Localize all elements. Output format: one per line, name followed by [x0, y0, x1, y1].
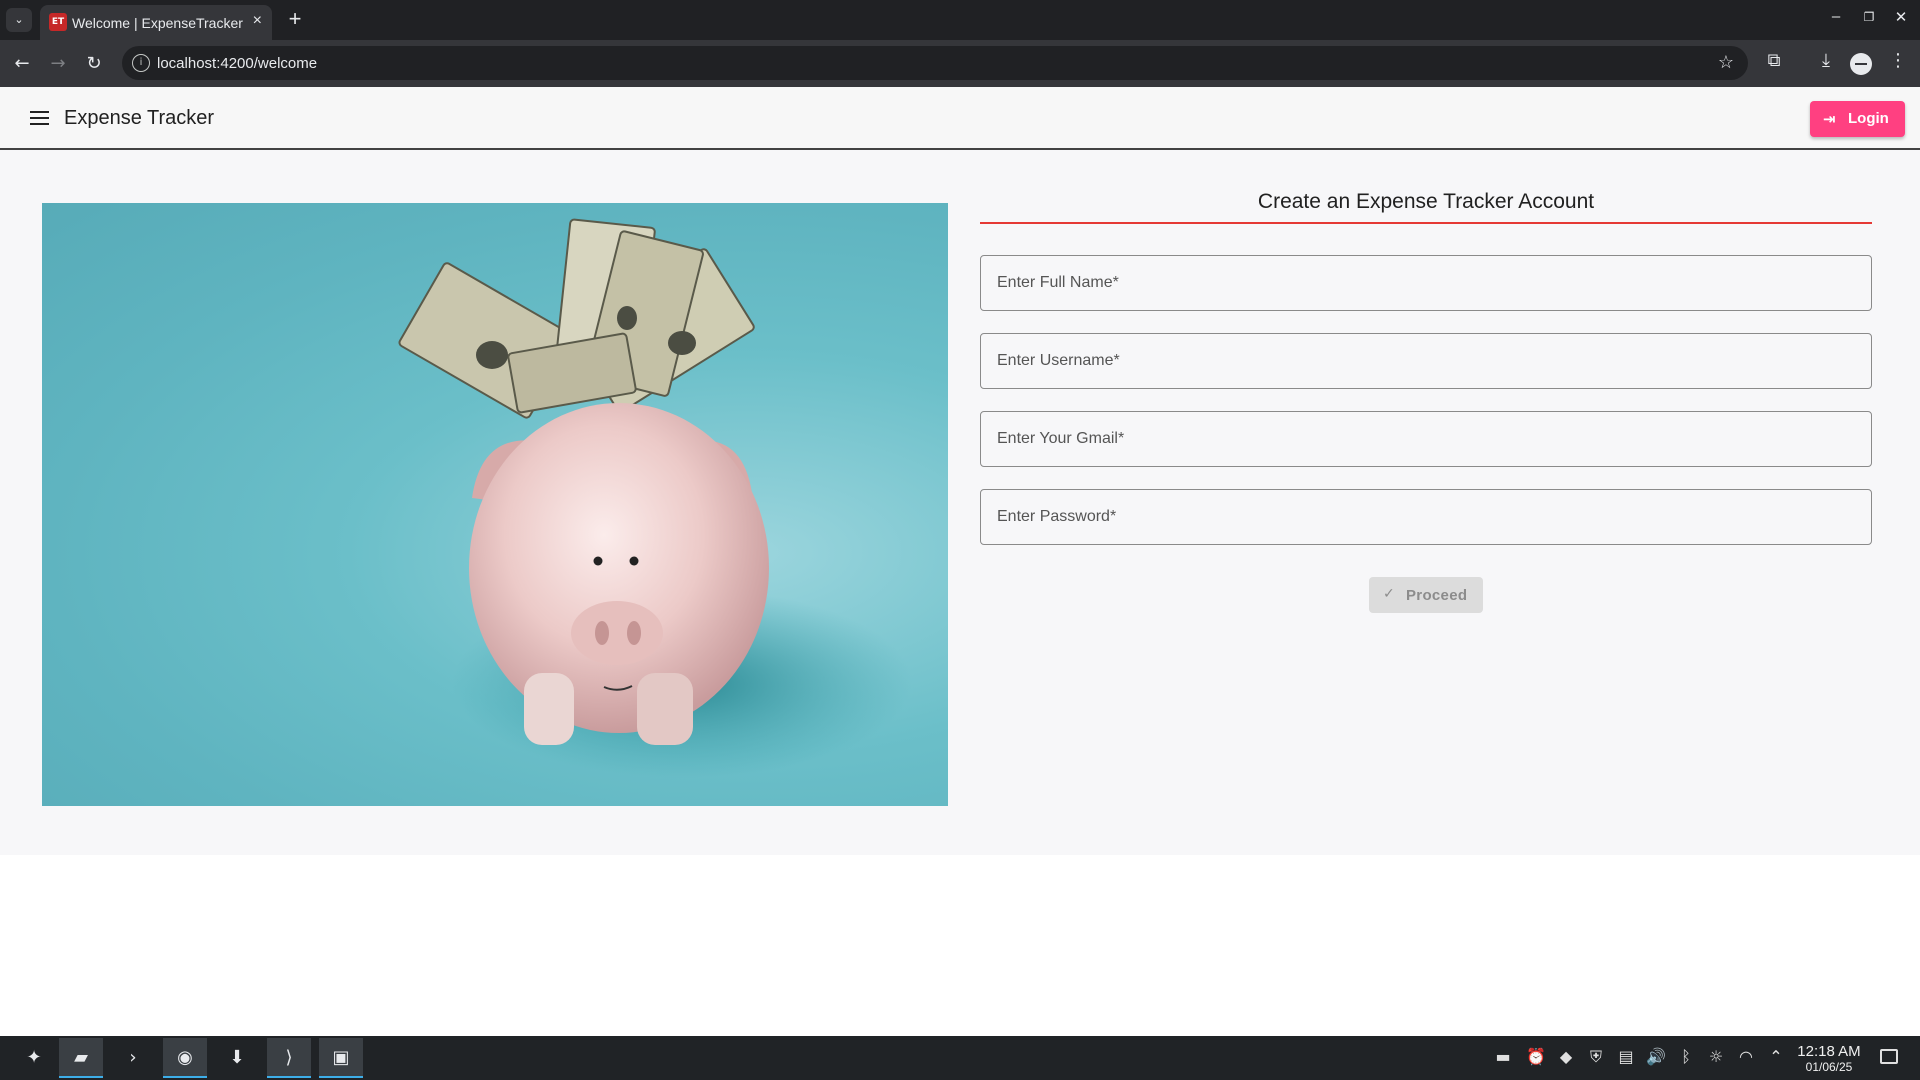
username-input[interactable]: [981, 334, 1871, 388]
password-field[interactable]: [980, 489, 1872, 545]
minimize-window-icon[interactable]: –: [1824, 8, 1848, 25]
site-info-icon[interactable]: i: [132, 54, 150, 72]
browser-menu-icon[interactable]: ⋮: [1884, 50, 1912, 71]
username-field[interactable]: [980, 333, 1872, 389]
gmail-field[interactable]: [980, 411, 1872, 467]
tab-search-button[interactable]: ⌄: [6, 8, 32, 32]
clock-date: 01/06/25: [1805, 1060, 1853, 1074]
reload-icon[interactable]: ↻: [80, 50, 108, 78]
hamburger-menu-icon[interactable]: [30, 111, 49, 125]
tray-app-icon[interactable]: ▬: [1492, 1047, 1514, 1066]
piggy-bank-hero-image: [42, 203, 948, 806]
url-text[interactable]: localhost:4200/welcome: [157, 55, 317, 72]
login-icon: ⇥: [1823, 110, 1836, 128]
volume-icon[interactable]: 🔊: [1645, 1047, 1667, 1066]
full-name-input[interactable]: [981, 256, 1871, 310]
wifi-icon[interactable]: ◠: [1735, 1047, 1757, 1066]
screenshot-tool-icon[interactable]: ▣: [319, 1038, 363, 1078]
proceed-button[interactable]: ✓ Proceed: [1369, 577, 1483, 613]
show-desktop-icon[interactable]: [1880, 1049, 1898, 1064]
app-title: Expense Tracker: [64, 107, 215, 129]
tab-close-icon[interactable]: ×: [253, 12, 262, 30]
checkmark-icon: ✓: [1383, 586, 1396, 602]
gmail-input[interactable]: [981, 412, 1871, 466]
piggy-bank-illustration: [398, 218, 912, 778]
bluetooth-icon[interactable]: ᛒ: [1675, 1047, 1697, 1066]
vscode-icon[interactable]: ⟩: [267, 1038, 311, 1078]
brightness-icon[interactable]: ☼: [1705, 1047, 1727, 1066]
app-header: Expense Tracker ⇥ Login: [0, 87, 1920, 150]
page-footer-space: [0, 855, 1920, 1036]
profile-avatar[interactable]: [1850, 53, 1872, 75]
form-title: Create an Expense Tracker Account: [1257, 190, 1595, 213]
tab-title: Welcome | ExpenseTracker: [72, 15, 243, 31]
site-favicon-icon: ET: [49, 13, 67, 31]
close-window-icon[interactable]: ✕: [1889, 8, 1913, 26]
clipboard-icon[interactable]: ▤: [1615, 1047, 1637, 1066]
restore-window-icon[interactable]: ❐: [1857, 10, 1881, 24]
os-taskbar: ✦ ▰ › ◉ ⬇ ⟩ ▣ ▬ ⏰ ◆ ⛨ ▤ 🔊 ᛒ ☼ ◠ ⌃ 12:18 …: [0, 1036, 1920, 1080]
form-title-divider: [980, 222, 1872, 224]
download-icon[interactable]: ⤓: [1812, 50, 1840, 71]
proceed-label: Proceed: [1406, 587, 1468, 604]
tray-expand-icon[interactable]: ⌃: [1765, 1047, 1787, 1066]
bookmark-star-icon[interactable]: ☆: [1718, 52, 1734, 73]
new-tab-button[interactable]: +: [282, 6, 308, 32]
browser-toolbar: ← → ↻ i localhost:4200/welcome ☆ ⧉ ⤓ ⋮: [0, 40, 1920, 87]
terminal-icon[interactable]: ›: [111, 1038, 155, 1078]
clock-time: 12:18 AM: [1797, 1043, 1861, 1060]
file-manager-icon[interactable]: ▰: [59, 1038, 103, 1078]
browser-tab-strip: ⌄ ET Welcome | ExpenseTracker × + – ❐ ✕: [0, 0, 1920, 40]
back-arrow-icon[interactable]: ←: [8, 50, 36, 78]
alarm-icon[interactable]: ⏰: [1525, 1047, 1547, 1066]
chrome-icon[interactable]: ◉: [163, 1038, 207, 1078]
full-name-field[interactable]: [980, 255, 1872, 311]
extensions-puzzle-icon[interactable]: ⧉: [1760, 50, 1788, 71]
shield-icon[interactable]: ⛨: [1585, 1047, 1607, 1067]
browser-tab-active[interactable]: ET Welcome | ExpenseTracker ×: [40, 5, 272, 40]
password-input[interactable]: [981, 490, 1871, 544]
forward-arrow-icon[interactable]: →: [44, 50, 72, 78]
colorful-app-icon[interactable]: ◆: [1555, 1047, 1577, 1066]
login-label: Login: [1848, 110, 1889, 127]
address-bar[interactable]: i localhost:4200/welcome ☆: [122, 46, 1748, 80]
login-button[interactable]: ⇥ Login: [1810, 101, 1905, 137]
downloader-icon[interactable]: ⬇: [215, 1038, 259, 1078]
system-clock[interactable]: 12:18 AM 01/06/25: [1790, 1043, 1868, 1074]
app-launcher-icon[interactable]: ✦: [12, 1038, 56, 1078]
